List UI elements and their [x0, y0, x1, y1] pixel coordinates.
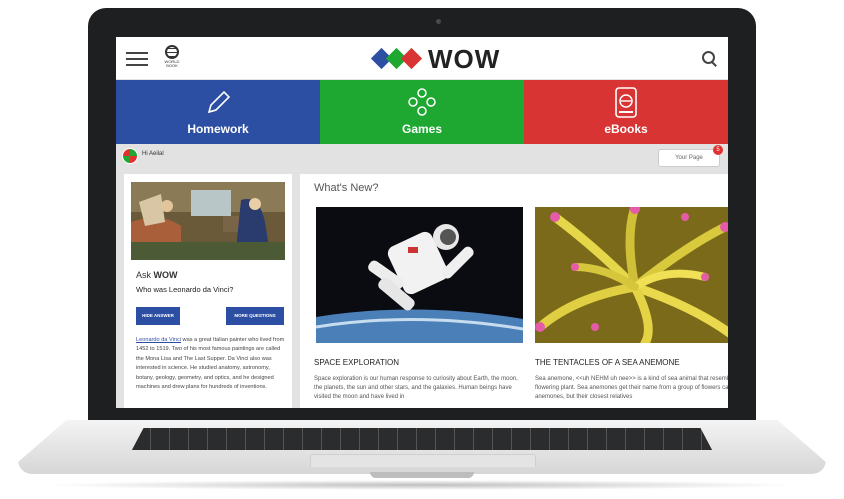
notification-badge: 5: [713, 145, 723, 155]
hide-answer-button[interactable]: HIDE ANSWER: [136, 307, 180, 325]
ask-wow-title: Ask WOW: [136, 270, 178, 280]
ebook-icon: [615, 87, 637, 118]
ask-question: Who was Leonardo da Vinci?: [136, 285, 234, 294]
trackpad: [310, 454, 536, 467]
your-page-label: Your Page: [675, 155, 703, 161]
annunciation-painting-image: [131, 182, 285, 260]
ask-wow-panel: Ask WOW Who was Leonardo da Vinci? HIDE …: [124, 174, 292, 408]
card-title[interactable]: THE TENTACLES OF A SEA ANEMONE: [535, 358, 680, 367]
greeting-bar: Hi Aeilal Your Page 5: [116, 144, 728, 168]
greeting-text: Hi Aeilal: [142, 151, 164, 157]
laptop-screen: WORLD BOOK WOW Homework Games eBooks Hi …: [116, 37, 728, 408]
answer-link[interactable]: Leonardo da Vinci: [136, 337, 181, 343]
webcam: [436, 19, 441, 24]
tile-label: Homework: [187, 122, 249, 136]
sea-anemone-image[interactable]: [535, 207, 728, 343]
card-title[interactable]: SPACE EXPLORATION: [314, 358, 399, 367]
tile-homework[interactable]: Homework: [116, 80, 320, 144]
brand-name: WOW: [428, 43, 501, 74]
content-area: Ask WOW Who was Leonardo da Vinci? HIDE …: [116, 168, 728, 408]
wow-logo[interactable]: WOW: [370, 43, 501, 74]
whats-new-panel: What's New? SPACE EXPLORATION Space expl…: [300, 174, 728, 408]
whats-new-heading: What's New?: [314, 182, 379, 194]
wow-cubes-icon: [370, 46, 426, 72]
astronaut-image[interactable]: [316, 207, 523, 343]
menu-icon[interactable]: [126, 52, 148, 66]
tile-label: Games: [401, 122, 443, 136]
world-book-logo[interactable]: WORLD BOOK: [160, 45, 184, 71]
top-bar: WORLD BOOK WOW: [116, 37, 728, 80]
tile-ebooks[interactable]: eBooks: [524, 80, 728, 144]
search-icon[interactable]: [702, 51, 717, 67]
tile-label: eBooks: [604, 122, 648, 136]
card-text: Space exploration is our human response …: [314, 376, 518, 400]
more-questions-button[interactable]: MORE QUESTIONS: [226, 307, 284, 325]
card-text: Sea anemone, <<uh NEHM uh nee>> is a kin…: [535, 376, 728, 400]
your-page-button[interactable]: Your Page 5: [658, 145, 723, 167]
answer-text: Leonardo da Vinci was a great Italian pa…: [136, 337, 285, 391]
laptop-shadow: [40, 480, 804, 490]
laptop-front-notch: [370, 472, 474, 478]
avatar[interactable]: [122, 148, 138, 164]
game-controller-icon: [408, 88, 436, 116]
pencil-icon: [207, 90, 231, 114]
section-tiles: Homework Games eBooks: [116, 80, 728, 144]
tile-games[interactable]: Games: [320, 80, 524, 144]
keyboard: [132, 428, 712, 450]
